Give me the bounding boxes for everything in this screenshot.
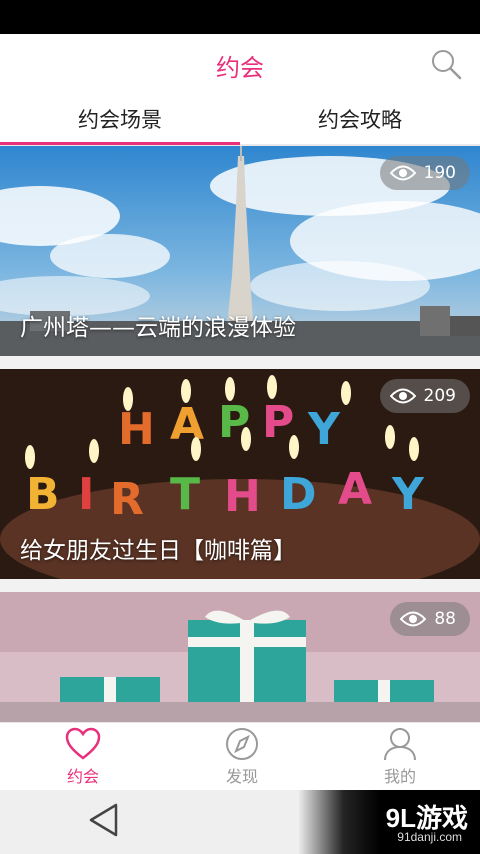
heart-icon: [65, 727, 101, 760]
watermark-url: 91danji.com: [397, 830, 462, 844]
tab-indicator: [0, 142, 240, 145]
tab-dating-scenes[interactable]: 约会场景: [0, 98, 240, 146]
eye-icon: [400, 611, 427, 627]
view-count: 190: [423, 163, 456, 183]
svg-text:T: T: [170, 469, 200, 520]
tab-bar: 约会场景 约会攻略: [0, 98, 480, 146]
svg-text:I: I: [78, 469, 94, 520]
view-count: 88: [434, 609, 456, 629]
view-count-badge: 190: [379, 156, 470, 190]
svg-text:Y: Y: [391, 469, 425, 520]
view-count-badge: 209: [379, 379, 470, 413]
nav-item-discover[interactable]: 发现: [162, 723, 322, 791]
svg-text:H: H: [118, 404, 155, 455]
scene-card[interactable]: 190 广州塔——云端的浪漫体验: [0, 146, 480, 356]
app-header: 约会: [0, 34, 480, 98]
back-icon[interactable]: [88, 802, 120, 838]
svg-text:Y: Y: [307, 404, 341, 455]
tab-dating-guides[interactable]: 约会攻略: [240, 98, 480, 146]
person-icon: [384, 728, 416, 761]
scene-card[interactable]: H A P P Y B I R T H D A Y 209 给女朋友过生日【咖啡…: [0, 369, 480, 579]
card-caption: 给女朋友过生日【咖啡篇】: [20, 538, 296, 564]
nav-label: 约会: [66, 767, 99, 786]
scene-card[interactable]: 88: [0, 592, 480, 722]
nav-label: 发现: [225, 767, 258, 786]
view-count-badge: 88: [390, 602, 470, 636]
page-title: 约会: [216, 54, 264, 82]
view-count: 209: [423, 386, 456, 406]
search-icon[interactable]: [430, 48, 462, 80]
eye-icon: [389, 165, 416, 181]
bottom-navigation: 约会 发现 我的: [0, 722, 480, 791]
svg-text:D: D: [280, 469, 317, 520]
card-caption: 广州塔——云端的浪漫体验: [20, 315, 296, 341]
svg-text:A: A: [338, 464, 372, 515]
eye-icon: [389, 388, 416, 404]
watermark: 9L游戏 91danji.com: [298, 790, 480, 854]
svg-text:H: H: [224, 471, 261, 522]
compass-icon: [226, 728, 258, 760]
nav-item-dating[interactable]: 约会: [3, 723, 163, 791]
status-bar: [0, 0, 480, 34]
svg-text:R: R: [110, 474, 144, 525]
svg-text:P: P: [262, 397, 294, 448]
svg-text:B: B: [26, 469, 60, 520]
nav-item-profile[interactable]: 我的: [320, 723, 480, 791]
nav-label: 我的: [383, 767, 416, 786]
